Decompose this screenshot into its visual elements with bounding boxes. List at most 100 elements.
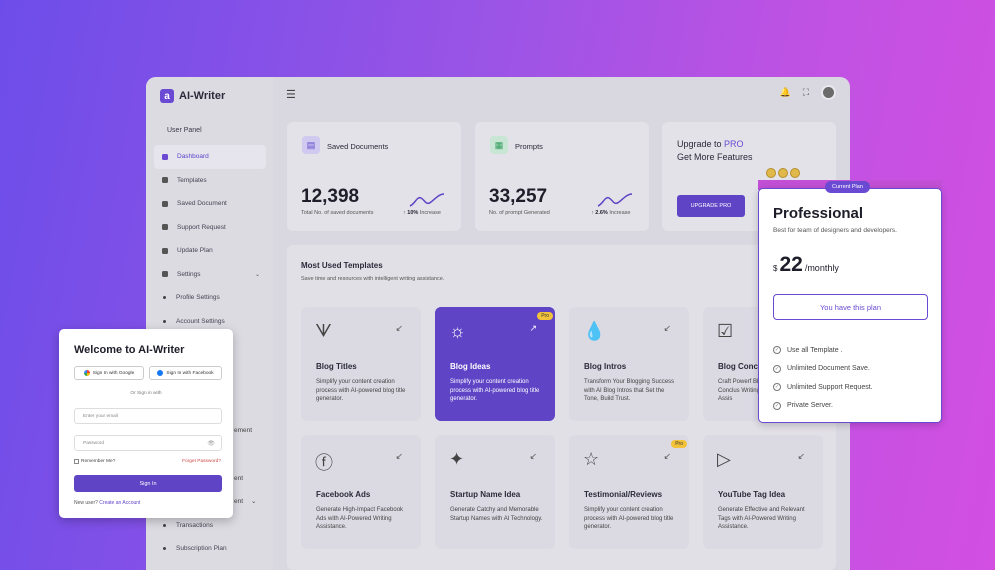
notification-bell-icon[interactable]: 🔔 bbox=[779, 87, 790, 98]
arrow-icon: ↙ bbox=[663, 323, 671, 333]
app-name: AI-Writer bbox=[179, 90, 226, 102]
remember-me[interactable]: Remember Me? bbox=[74, 459, 115, 464]
sparkline bbox=[597, 193, 633, 207]
sidebar-item-saved-document[interactable]: Saved Document bbox=[154, 192, 266, 216]
sidebar-item-dashboard[interactable]: Dashboard bbox=[154, 145, 266, 169]
rss-icon: ᗐ bbox=[315, 321, 332, 341]
or-divider: Or Sign in with bbox=[130, 391, 162, 396]
dashboard-icon bbox=[162, 153, 168, 160]
template-desc: Simplify your content creation process w… bbox=[450, 379, 540, 402]
upgrade-pro-button[interactable]: UPGRADE PRO bbox=[677, 195, 745, 217]
logo-icon: a bbox=[160, 89, 174, 103]
facebook-signin-button[interactable]: Sign In with Facebook bbox=[149, 366, 222, 380]
stat-change: ↑ 2.6% Increase bbox=[591, 210, 631, 216]
template-card-facebook-ads[interactable]: ⓕ ↙ Facebook Ads Generate High-Impact Fac… bbox=[301, 435, 421, 549]
stat-subtitle: Total No. of saved documents bbox=[301, 210, 374, 216]
section-subtitle: Save time and resources with intelligent… bbox=[301, 276, 445, 282]
upgrade-title-accent: PRO bbox=[724, 139, 744, 149]
plan-feature: ✓ Use all Template . bbox=[773, 341, 873, 360]
password-field[interactable]: Password 👁 bbox=[74, 435, 222, 451]
template-card-blog-ideas[interactable]: Pro ☼ ↗ Blog Ideas Simplify your content … bbox=[435, 307, 555, 421]
plan-price: $22/monthly bbox=[773, 253, 839, 277]
pro-badge: Pro bbox=[537, 312, 553, 320]
youtube-icon: ▷ bbox=[717, 449, 731, 469]
check-circle-icon: ✓ bbox=[773, 401, 781, 410]
logo[interactable]: a AI-Writer bbox=[160, 89, 225, 103]
sidebar-item-profile-settings[interactable]: Profile Settings bbox=[154, 286, 266, 310]
bullet-icon bbox=[163, 319, 166, 323]
template-card-startup-name[interactable]: ✦ ↙ Startup Name Idea Generate Catchy and… bbox=[435, 435, 555, 549]
template-name: Blog Ideas bbox=[450, 362, 491, 371]
top-actions: 🔔 ⛶ bbox=[779, 85, 836, 100]
sidebar-item-templates[interactable]: Templates bbox=[154, 169, 266, 193]
current-plan-button[interactable]: You have this plan bbox=[773, 294, 928, 320]
stat-title: Saved Documents bbox=[327, 142, 389, 151]
feature-label: Unlimited Support Request. bbox=[787, 383, 873, 391]
google-signin-label: Sign In with Google bbox=[92, 370, 135, 376]
bullet-icon bbox=[163, 296, 166, 300]
email-field[interactable]: Enter your email bbox=[74, 408, 222, 424]
stat-change-label: Increase bbox=[609, 210, 631, 216]
template-card-blog-intros[interactable]: 💧 ↙ Blog Intros Transform Your Blogging S… bbox=[569, 307, 689, 421]
stat-change-label: Increase bbox=[419, 210, 441, 216]
google-icon bbox=[83, 370, 90, 376]
forgot-password-link[interactable]: Forget Password? bbox=[182, 459, 221, 464]
keyboard-icon: ▦ bbox=[490, 136, 508, 154]
chat-check-icon: ☑ bbox=[717, 321, 734, 341]
price-period: /monthly bbox=[804, 263, 839, 273]
template-card-youtube-tag[interactable]: ▷ ↙ YouTube Tag Idea Generate Effective a… bbox=[703, 435, 823, 549]
sidebar-item-label: Subscription Plan bbox=[176, 545, 227, 553]
sidebar-item-label: Update Plan bbox=[177, 247, 213, 255]
plan-icon bbox=[162, 247, 168, 254]
pro-badge: Pro bbox=[671, 440, 687, 448]
sidebar-item-label: Saved Document bbox=[177, 200, 227, 208]
sidebar-item-settings[interactable]: Settings ⌄ bbox=[154, 263, 266, 287]
arrow-icon: ↗ bbox=[529, 323, 537, 333]
template-card-blog-titles[interactable]: ᗐ ↙ Blog Titles Simplify your content cre… bbox=[301, 307, 421, 421]
sidebar-item-label: Dashboard bbox=[177, 153, 209, 161]
drops-icon: 💧 bbox=[583, 321, 606, 341]
plan-feature: ✓ Unlimited Support Request. bbox=[773, 378, 873, 397]
template-name: Testimonial/Reviews bbox=[584, 490, 663, 499]
stat-change-value: 2.6% bbox=[595, 210, 608, 216]
facebook-icon: ⓕ bbox=[315, 453, 333, 473]
signin-button[interactable]: Sign In bbox=[74, 475, 222, 492]
plan-features: ✓ Use all Template . ✓ Unlimited Document … bbox=[773, 341, 873, 415]
upgrade-title: Upgrade to PRO Get More Features bbox=[677, 138, 753, 164]
arrow-icon: ↙ bbox=[797, 451, 805, 461]
password-placeholder: Password bbox=[83, 440, 105, 446]
template-desc: Simplify your content creation process w… bbox=[316, 379, 406, 402]
facebook-icon bbox=[157, 370, 164, 376]
template-name: Blog Conc bbox=[718, 362, 758, 371]
new-user-label: New user? bbox=[74, 500, 100, 506]
sidebar-item-label: Templates bbox=[177, 176, 207, 184]
new-user-text: New user? Create an Account bbox=[74, 500, 140, 506]
panel-label: User Panel bbox=[167, 127, 202, 134]
plan-feature: ✓ Private Server. bbox=[773, 397, 873, 416]
avatar[interactable] bbox=[821, 85, 836, 100]
sidebar-item-support-request[interactable]: Support Request bbox=[154, 216, 266, 240]
lightbulb-icon: ☼ bbox=[449, 321, 466, 341]
price-amount: 22 bbox=[779, 253, 803, 276]
sidebar-item-subscription-plan[interactable]: Subscription Plan bbox=[154, 537, 266, 561]
fullscreen-icon[interactable]: ⛶ bbox=[803, 87, 809, 98]
sidebar-partial-label: ent bbox=[234, 498, 244, 505]
price-currency: $ bbox=[773, 264, 778, 273]
template-card-testimonial[interactable]: Pro ☆ ↙ Testimonial/Reviews Simplify your… bbox=[569, 435, 689, 549]
sidebar-item-label: Account Settings bbox=[176, 317, 225, 325]
template-name: Blog Titles bbox=[316, 362, 357, 371]
google-signin-button[interactable]: Sign In with Google bbox=[74, 366, 144, 380]
current-plan-badge: Current Plan bbox=[825, 181, 870, 193]
sidebar-item-update-plan[interactable]: Update Plan bbox=[154, 239, 266, 263]
create-account-link[interactable]: Create an Account bbox=[99, 500, 140, 506]
checkbox[interactable] bbox=[74, 459, 79, 464]
stat-value: 33,257 bbox=[489, 186, 548, 207]
upgrade-subtitle: Get More Features bbox=[677, 152, 753, 162]
template-card-blog-conclusion[interactable]: ☑ Blog Conc Craft Powerf Blog Conclus Wr… bbox=[703, 307, 758, 421]
sidebar-item-label: Support Request bbox=[177, 223, 226, 231]
current-plan-card: Current Plan Professional Best for team … bbox=[758, 181, 942, 423]
remember-label: Remember Me? bbox=[81, 459, 116, 464]
eye-icon[interactable]: 👁 bbox=[207, 440, 215, 447]
menu-icon[interactable]: ☰ bbox=[286, 88, 296, 101]
chevron-down-icon: ⌄ bbox=[254, 271, 260, 278]
